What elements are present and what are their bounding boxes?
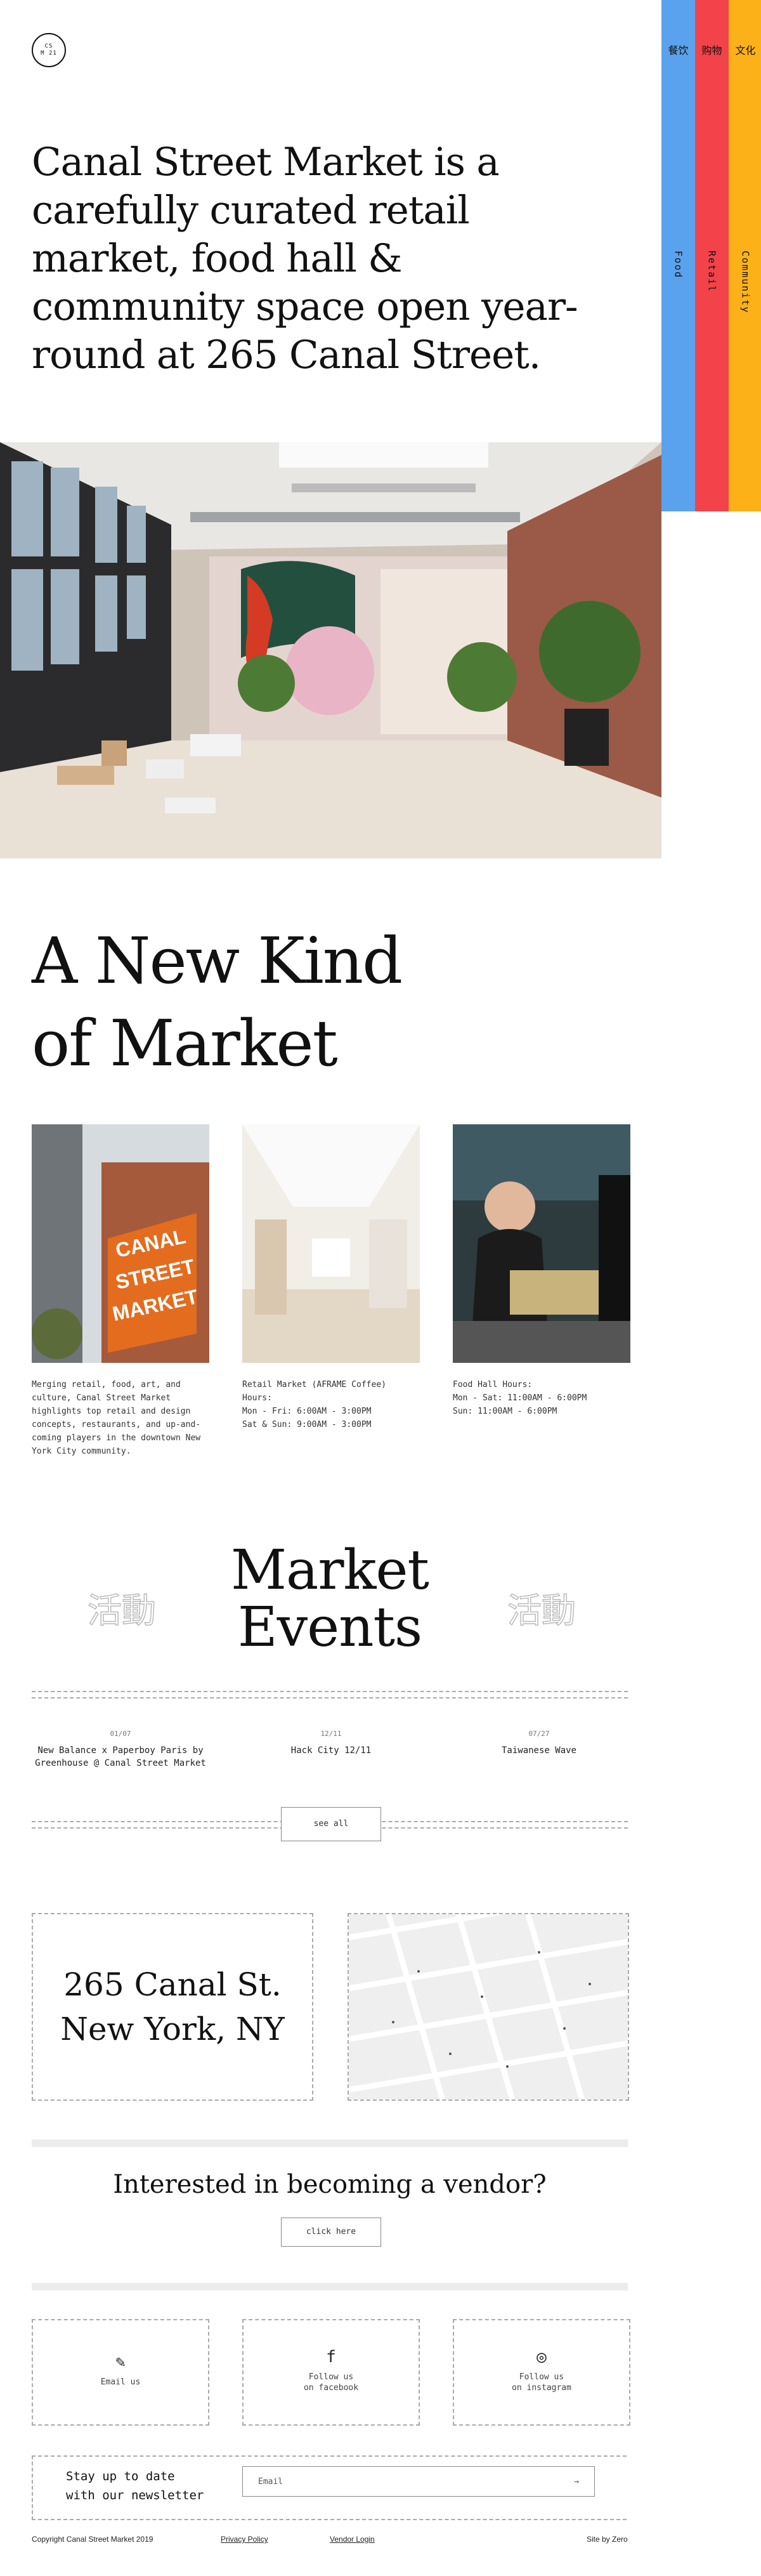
card-text-about: Merging retail, food, art, and culture, … xyxy=(32,1380,201,1456)
nav-strip-retail[interactable]: 购物 Retail xyxy=(695,0,729,511)
see-all-button[interactable]: see all xyxy=(281,1807,381,1841)
social-label-2: on instagram xyxy=(512,2382,571,2393)
strip-cjk: 文化 xyxy=(735,44,756,56)
address-box: 265 Canal St. New York, NY xyxy=(32,1913,313,2101)
address-line1: 265 Canal St. xyxy=(63,1966,282,2003)
section-title-new-kind: A New Kind of Market xyxy=(32,920,476,1085)
event-date: 12/11 xyxy=(320,1730,342,1738)
instagram-icon: ◎ xyxy=(537,2347,547,2367)
event-date: 01/07 xyxy=(110,1730,131,1738)
site-by-link[interactable]: Site by Zero xyxy=(587,2535,628,2544)
divider xyxy=(32,1697,628,1699)
intro-text: Canal Street Market is a carefully curat… xyxy=(32,140,578,378)
submit-arrow-icon[interactable]: → xyxy=(574,2477,579,2487)
address-line2: New York, NY xyxy=(60,2011,285,2047)
instagram-link[interactable]: ◎ Follow us on instagram xyxy=(453,2319,630,2426)
hours-heading: Retail Market (AFRAME Coffee) Hours: xyxy=(242,1380,386,1403)
map[interactable] xyxy=(348,1913,629,2101)
hours-weekend: Sat & Sun: 9:00AM - 3:00PM xyxy=(242,1420,372,1429)
logo-line1: CS xyxy=(44,43,53,49)
divider-band xyxy=(32,2139,628,2147)
social-label: Follow us xyxy=(519,2372,564,2382)
event-item[interactable]: 07/27 Taiwanese Wave xyxy=(444,1730,634,1757)
card-text-food-hours: Food Hall Hours: Mon - Sat: 11:00AM - 6:… xyxy=(453,1378,630,1418)
card-photo-retail xyxy=(242,1124,420,1363)
events-title-line1: Market xyxy=(230,1539,429,1602)
newsletter-label-line1: Stay up to date xyxy=(66,2469,175,2483)
hours-weekend: Sun: 11:00AM - 6:00PM xyxy=(453,1407,557,1416)
email-placeholder: Email xyxy=(258,2476,283,2487)
social-label: Follow us xyxy=(308,2372,354,2382)
divider xyxy=(32,1691,628,1692)
vendor-question: Interested in becoming a vendor? xyxy=(113,2170,547,2199)
facebook-link[interactable]: f Follow us on facebook xyxy=(242,2319,420,2426)
strip-label: Retail xyxy=(706,251,718,293)
events-title: Market Events xyxy=(190,1542,469,1656)
newsletter-label: Stay up to date with our newsletter xyxy=(66,2467,204,2505)
strip-label: Community xyxy=(739,251,751,314)
strip-label: Food xyxy=(672,251,684,279)
social-label: Email us xyxy=(100,2377,141,2387)
card-text-retail-hours: Retail Market (AFRAME Coffee) Hours: Mon… xyxy=(242,1378,420,1431)
privacy-policy-link[interactable]: Privacy Policy xyxy=(221,2535,268,2544)
social-label-2: on facebook xyxy=(303,2382,359,2393)
event-item[interactable]: 01/07 New Balance x Paperboy Paris by Gr… xyxy=(25,1730,216,1770)
vendor-login-link[interactable]: Vendor Login xyxy=(330,2535,375,2544)
nav-strip-community[interactable]: 文化 Community xyxy=(729,0,761,511)
hours-weekday: Mon - Sat: 11:00AM - 6:00PM xyxy=(453,1393,587,1403)
event-name: Hack City 12/11 xyxy=(290,1745,372,1756)
logo[interactable]: CS M 21 xyxy=(32,33,66,67)
events-cjk-right: 活動 xyxy=(507,1590,576,1631)
event-name: Taiwanese Wave xyxy=(501,1745,576,1756)
logo-line2: M 21 xyxy=(41,50,57,56)
copyright: Copyright Canal Street Market 2019 xyxy=(32,2535,153,2544)
strip-cjk: 购物 xyxy=(701,44,722,56)
divider-band xyxy=(32,2283,628,2290)
event-date: 07/27 xyxy=(528,1730,550,1738)
title-line1: A New Kind xyxy=(32,924,403,998)
hours-heading: Food Hall Hours: xyxy=(453,1380,533,1390)
title-line2: of Market xyxy=(32,1006,338,1081)
facebook-icon: f xyxy=(326,2347,336,2367)
newsletter-email-input[interactable]: Email → xyxy=(242,2466,595,2497)
newsletter-label-line2: with our newsletter xyxy=(66,2488,204,2502)
pencil-icon: ✎ xyxy=(115,2353,126,2372)
card-photo-market-sign: CANAL STREET MARKET xyxy=(32,1124,209,1363)
event-name: New Balance x Paperboy Paris by Greenhou… xyxy=(35,1745,206,1768)
event-item[interactable]: 12/11 Hack City 12/11 xyxy=(236,1730,426,1757)
hero-photo xyxy=(0,442,661,858)
strip-cjk: 餐饮 xyxy=(668,44,689,56)
vendor-click-here-button[interactable]: click here xyxy=(281,2218,381,2247)
events-title-line2: Events xyxy=(237,1596,422,1659)
email-us-link[interactable]: ✎ Email us xyxy=(32,2319,209,2426)
hours-weekday: Mon - Fri: 6:00AM - 3:00PM xyxy=(242,1407,372,1416)
card-photo-food-hall xyxy=(453,1124,630,1363)
nav-strip-food[interactable]: 餐饮 Food xyxy=(661,0,695,511)
events-cjk-left: 活動 xyxy=(87,1590,157,1631)
